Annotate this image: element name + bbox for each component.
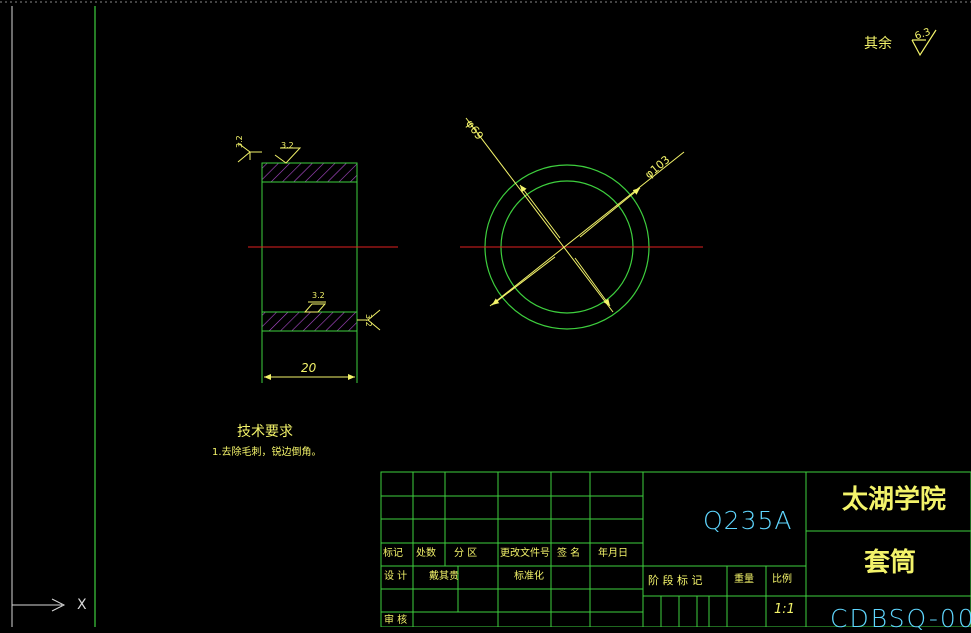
general-roughness-label: 其余 xyxy=(864,36,892,52)
tb-weight: 重量 xyxy=(734,574,754,585)
material-text: Q235A xyxy=(703,506,793,535)
dim-text-width: 20 xyxy=(301,361,317,375)
school-text: 太湖学院 xyxy=(842,485,947,515)
scale-value: 1:1 xyxy=(774,602,795,617)
circular-view[interactable] xyxy=(460,117,703,330)
tech-req-title: 技术要求 xyxy=(237,424,293,440)
roughness-text-right: 3.2 xyxy=(364,314,373,327)
cad-drawing-canvas[interactable] xyxy=(0,0,971,627)
dim-line-phi103-arrow2 xyxy=(491,256,556,306)
ucs-icon xyxy=(12,598,66,612)
tb-standardize: 标准化 xyxy=(514,571,544,582)
ucs-x-label: X xyxy=(77,597,87,613)
tb-scale-label: 比例 xyxy=(772,574,792,585)
drawing-no-text: CDBSQ-00 xyxy=(830,604,971,633)
tech-req-line1: 1.去除毛刺，锐边倒角。 xyxy=(212,447,322,458)
tb-stage-mark: 阶 段 标 记 xyxy=(648,574,703,587)
hatch-top xyxy=(261,162,358,183)
tb-date: 年月日 xyxy=(598,548,628,559)
tb-zone: 分 区 xyxy=(454,548,478,559)
hatch-bottom xyxy=(261,311,358,332)
roughness-text-bottom: 3.2 xyxy=(312,291,325,300)
tb-mark: 标记 xyxy=(383,548,403,559)
roughness-text-left: 3.2 xyxy=(235,135,244,148)
tb-designer: 戴其贵 xyxy=(429,571,459,582)
roughness-symbol-top xyxy=(274,147,302,164)
tb-count: 处数 xyxy=(416,548,436,559)
tb-sign: 签 名 xyxy=(557,548,581,559)
tb-review: 审 核 xyxy=(384,615,408,626)
part-name-text: 套筒 xyxy=(864,548,917,578)
roughness-symbol-bottom xyxy=(303,301,327,313)
dim-line-phi69 xyxy=(465,117,614,313)
tb-design: 设 计 xyxy=(384,571,408,582)
tb-change-doc: 更改文件号 xyxy=(500,548,550,559)
dim-line-phi69-arrow xyxy=(519,184,561,239)
roughness-text-top: 3.2 xyxy=(281,141,294,150)
section-view[interactable] xyxy=(237,142,398,383)
dim-line-phi69-arrow2 xyxy=(574,257,611,307)
